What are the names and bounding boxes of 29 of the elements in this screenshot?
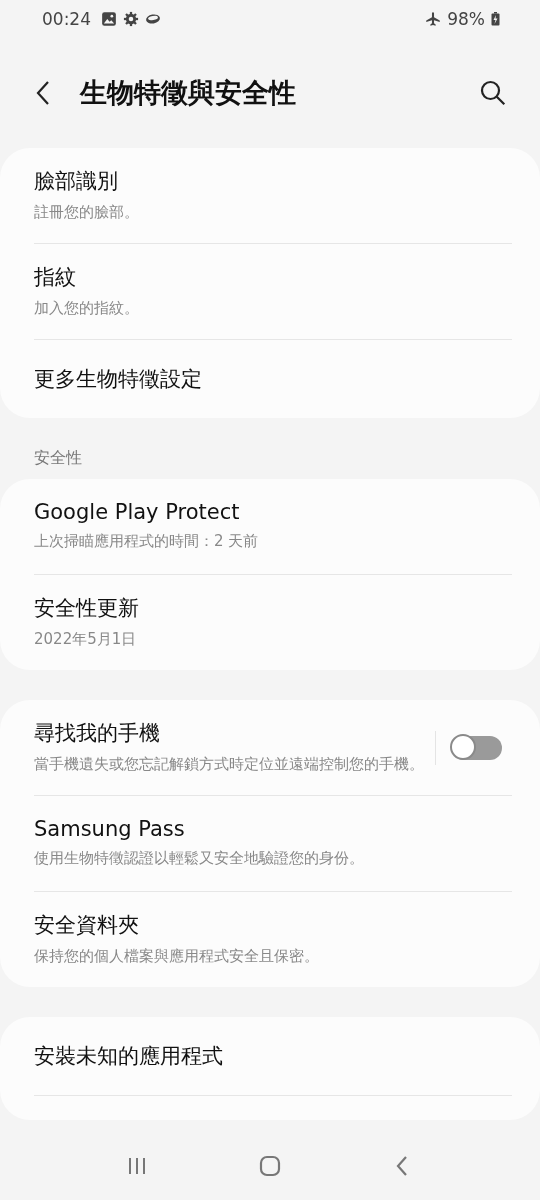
setting-title[interactable]: 臉部識別 bbox=[34, 167, 512, 196]
setting-description: 保持您的個人檔案與應用程式安全且保密。 bbox=[34, 946, 320, 968]
home-icon[interactable] bbox=[259, 1155, 281, 1177]
setting-description: 加入您的指紋。 bbox=[34, 298, 140, 320]
search-icon[interactable] bbox=[480, 80, 506, 106]
setting-title[interactable]: 安全資料夾 bbox=[34, 911, 512, 940]
setting-title[interactable]: Google Play Protect bbox=[34, 500, 512, 525]
airplane-icon bbox=[425, 11, 442, 27]
status-time: 00:24 bbox=[42, 9, 91, 29]
setting-description: 當手機遺失或您忘記解鎖方式時定位並遠端控制您的手機。 bbox=[34, 754, 425, 776]
setting-title[interactable]: Samsung Pass bbox=[34, 817, 512, 842]
battery-percent: 98% bbox=[447, 9, 485, 29]
setting-title[interactable]: 安裝未知的應用程式 bbox=[34, 1042, 512, 1070]
setting-title[interactable]: 尋找我的手機 bbox=[34, 719, 429, 748]
setting-title[interactable]: 更多生物特徵設定 bbox=[34, 365, 512, 393]
settings-icon bbox=[123, 11, 139, 27]
planet-icon bbox=[145, 11, 161, 27]
toggle-switch[interactable] bbox=[452, 735, 502, 760]
setting-description: 註冊您的臉部。 bbox=[34, 202, 140, 224]
setting-description: 2022年5月1日 bbox=[34, 629, 138, 651]
setting-description: 上次掃瞄應用程式的時間：2 天前 bbox=[34, 531, 260, 553]
section-heading: 安全性 bbox=[33, 448, 83, 469]
battery-charging-icon bbox=[491, 12, 500, 26]
back-icon[interactable] bbox=[36, 80, 50, 106]
setting-description: 使用生物特徵認證以輕鬆又安全地驗證您的身份。 bbox=[34, 848, 365, 870]
gallery-icon bbox=[101, 11, 117, 27]
page-title: 生物特徵與安全性 bbox=[80, 76, 297, 110]
setting-title[interactable]: 指紋 bbox=[34, 263, 512, 292]
setting-title[interactable]: 安全性更新 bbox=[34, 594, 512, 623]
